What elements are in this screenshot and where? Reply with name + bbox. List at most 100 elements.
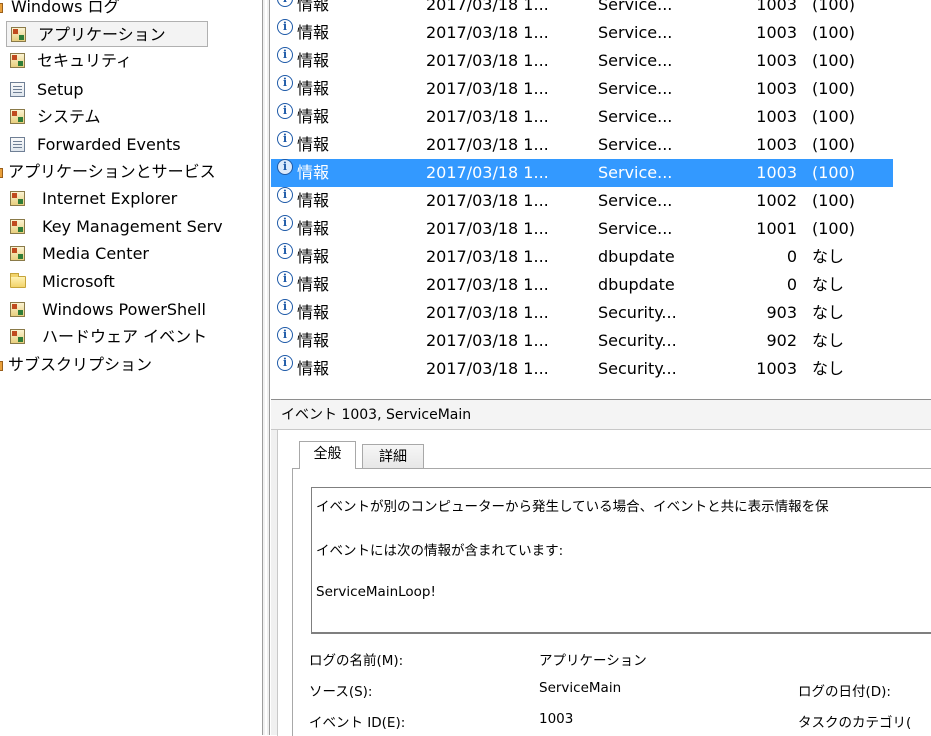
event-row[interactable]: i 情報 2017/03/18 1... Service... 1001 (100) [271,215,893,243]
tab-details[interactable]: 詳細 [362,444,424,469]
event-task-category: なし [812,275,845,294]
logged-date-label: ログの日付(D): [798,684,891,700]
event-task-category: (100) [812,0,856,14]
log-icon [10,219,25,234]
tree-node-label: Windows PowerShell [42,300,206,319]
event-row[interactable]: i情報2017/03/18 1...Service...1003(100) [271,0,893,19]
application-log-icon [11,27,26,42]
event-source: Service... [598,163,673,182]
expand-icon[interactable] [0,3,3,13]
event-task-category: (100) [812,163,856,182]
event-row[interactable]: i情報2017/03/18 1...Service...1003(100) [271,159,893,187]
log-icon [10,329,25,344]
event-source: Service... [598,135,673,154]
tree-node-label: Key Management Serv [42,217,223,236]
log-name-label: ログの名前(M): [309,653,404,669]
event-source: Security... [598,331,677,350]
log-icon [10,246,25,261]
event-row[interactable]: i 情報 2017/03/18 1... dbupdate 0 なし [271,271,893,299]
info-level-icon: i [277,355,293,371]
event-task-category: (100) [812,51,856,70]
tree-node-label: システム [37,107,101,126]
event-task-category: なし [812,247,845,266]
event-date: 2017/03/18 1... [426,191,549,210]
event-date: 2017/03/18 1... [426,247,549,266]
event-task-category: なし [812,359,845,378]
expand-icon[interactable] [0,168,3,178]
info-level-icon: i [277,187,293,203]
event-row[interactable]: i 情報 2017/03/18 1... Security... 902 なし [271,327,893,355]
event-row[interactable]: i情報2017/03/18 1...Service...1003(100) [271,47,893,75]
tree-node-label: Forwarded Events [37,135,181,154]
event-level: 情報 [297,303,330,322]
event-source: Service... [598,107,673,126]
event-detail-title: イベント 1003, ServiceMain [271,400,931,430]
tree-node-label: セキュリティ [37,51,133,70]
source-value: ServiceMain [539,680,622,696]
event-row[interactable]: i情報2017/03/18 1...Service...1003(100) [271,103,893,131]
event-level: 情報 [297,275,330,294]
tree-node-label: Microsoft [42,272,115,291]
event-source: Service... [598,191,673,210]
event-source: dbupdate [598,247,675,266]
source-label: ソース(S): [309,684,373,700]
event-id: 1002 [756,191,797,210]
info-level-icon: i [277,0,293,7]
tree-node-label: アプリケーションとサービス [8,162,216,181]
tree-node-label: Setup [37,80,84,99]
setup-log-icon [10,82,25,97]
event-id: 1001 [756,219,797,238]
pane-splitter[interactable] [262,0,270,735]
event-id: 0 [786,247,797,266]
event-id: 1003 [756,0,797,14]
event-id: 1003 [756,107,797,126]
event-level: 情報 [297,51,330,70]
event-description[interactable]: イベントが別のコンピューターから発生している場合、イベントと共に表示情報を保 イ… [311,487,931,634]
event-row[interactable]: i 情報 2017/03/18 1... Security... 1003 なし [271,355,893,383]
event-level: 情報 [297,191,330,210]
tab-general[interactable]: 全般 [299,441,356,469]
event-row[interactable]: i 情報 2017/03/18 1... dbupdate 0 なし [271,243,893,271]
event-level: 情報 [297,79,330,98]
info-level-icon: i [277,103,293,119]
event-date: 2017/03/18 1... [426,359,549,378]
event-id: 902 [766,331,797,350]
description-line: イベントが別のコンピューターから発生している場合、イベントと共に表示情報を保 [316,499,829,515]
event-date: 2017/03/18 1... [426,163,549,182]
subscriptions-icon [0,361,3,371]
event-level: 情報 [297,0,330,14]
event-level: 情報 [297,359,330,378]
event-date: 2017/03/18 1... [426,331,549,350]
event-row[interactable]: i情報2017/03/18 1...Service...1003(100) [271,19,893,47]
event-level: 情報 [297,247,330,266]
event-task-category: (100) [812,219,856,238]
event-row[interactable]: i 情報 2017/03/18 1... Service... 1002 (100) [271,187,893,215]
event-date: 2017/03/18 1... [426,79,549,98]
event-source: Service... [598,51,673,70]
event-id: 1003 [756,23,797,42]
event-date: 2017/03/18 1... [426,23,549,42]
event-id: 1003 [756,51,797,70]
event-id: 1003 [756,79,797,98]
event-source: Service... [598,219,673,238]
event-task-category: (100) [812,23,856,42]
event-date: 2017/03/18 1... [426,135,549,154]
info-level-icon: i [277,327,293,343]
event-row[interactable]: i情報2017/03/18 1...Service...1003(100) [271,131,893,159]
event-level: 情報 [297,331,330,350]
event-id: 1003 [756,135,797,154]
event-id-value: 1003 [539,711,574,727]
tree-node-label: サブスクリプション [8,355,153,374]
tree-node-application[interactable]: アプリケーション [6,21,208,47]
event-row[interactable]: i 情報 2017/03/18 1... Security... 903 なし [271,299,893,327]
event-id: 1003 [756,359,797,378]
tab-panel-general: イベントが別のコンピューターから発生している場合、イベントと共に表示情報を保 イ… [292,468,931,736]
event-list[interactable]: i情報2017/03/18 1...Service...1003(100)i情報… [271,0,931,399]
description-line: イベントには次の情報が含まれています: [316,543,564,559]
info-level-icon: i [277,47,293,63]
log-icon [10,302,25,317]
event-row[interactable]: i情報2017/03/18 1...Service...1003(100) [271,75,893,103]
tree-node-label: アプリケーション [38,25,166,44]
info-level-icon: i [277,75,293,91]
info-level-icon: i [277,271,293,287]
